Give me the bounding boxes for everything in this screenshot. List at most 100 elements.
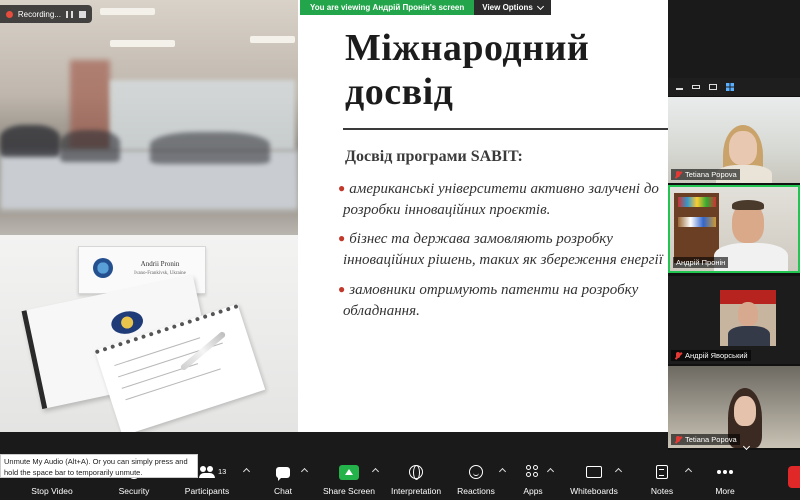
slide-bullet: ● бізнес та держава замовляють розробку і… — [338, 228, 663, 271]
seal-icon — [109, 308, 146, 337]
gallery-scroll-down[interactable] — [742, 436, 756, 451]
participant-name-label: Андрій Пронін — [673, 257, 729, 268]
security-label: Security — [118, 486, 150, 496]
video-figure — [729, 131, 757, 165]
conference-photo: Andrii Pronin Ivano-Frankivsk, Ukraine — [0, 0, 298, 432]
chat-options-caret[interactable] — [300, 467, 309, 476]
bullet-dot-icon: ● — [338, 282, 346, 296]
bullet-dot-icon: ● — [338, 181, 346, 195]
notes-options-caret[interactable] — [684, 467, 693, 476]
mic-muted-icon — [674, 351, 682, 360]
pause-icon[interactable] — [66, 10, 73, 18]
more-icon — [717, 470, 733, 474]
reactions-label: Reactions — [457, 486, 495, 496]
whiteboards-label: Whiteboards — [570, 486, 618, 496]
more-label: More — [715, 486, 735, 496]
reactions-icon — [469, 465, 483, 479]
chat-icon — [276, 466, 290, 481]
participant-tile[interactable]: Tetiana Popova — [668, 366, 800, 448]
slide-divider — [343, 128, 668, 130]
zoom-meeting-window: Andrii Pronin Ivano-Frankivsk, Ukraine М… — [0, 0, 800, 500]
share-screen-icon — [339, 464, 359, 480]
participant-name: Tetiana Popova — [685, 435, 737, 444]
whiteboard-icon — [586, 466, 602, 478]
shared-screen: Andrii Pronin Ivano-Frankivsk, Ukraine М… — [0, 0, 668, 432]
ceiling-light — [110, 40, 175, 47]
books — [678, 217, 716, 227]
participant-name-label: Tetiana Popova — [671, 434, 740, 445]
chat-button[interactable]: Chat — [268, 456, 298, 500]
ceiling-light — [250, 36, 295, 43]
share-screen-button[interactable]: Share Screen — [320, 456, 378, 500]
slide-subtitle: Досвід програми SABIT: — [345, 148, 523, 165]
whiteboards-button[interactable]: Whiteboards — [566, 456, 622, 500]
participants-label: Participants — [184, 486, 230, 496]
participant-tile[interactable]: Tetiana Popova — [668, 97, 800, 183]
bullet-text: бізнес та держава замовляють розробку — [349, 231, 613, 247]
gallery-toolbar — [668, 78, 800, 96]
bullet-text: розробки інноваційних проєктів. — [343, 202, 551, 218]
interpretation-button[interactable]: Interpretation — [385, 456, 447, 500]
bullet-text: інноваційних рішень, таких як збереження… — [343, 252, 663, 268]
nameplate-logo-icon — [93, 258, 113, 278]
bullet-text: замовники отримують патенти на розробку — [349, 282, 639, 298]
gallery-view-icon[interactable] — [726, 83, 734, 91]
more-button[interactable]: More — [710, 456, 740, 500]
participant-count: 13 — [218, 467, 227, 476]
participant-tile[interactable]: Андрій Яворський — [668, 276, 800, 364]
nameplate-name: Andrii Pronin — [140, 260, 180, 268]
participants-icon — [199, 466, 215, 478]
mic-muted-icon — [674, 435, 682, 444]
notes-label: Notes — [650, 486, 674, 496]
apps-button[interactable]: Apps — [518, 456, 548, 500]
viewing-banner: You are viewing Андрій Пронін's screen V… — [300, 0, 551, 15]
bullet-text: обладнання. — [343, 303, 420, 319]
end-meeting-button[interactable] — [788, 466, 800, 488]
books — [678, 197, 716, 207]
people-blur — [60, 130, 120, 162]
video-figure — [734, 396, 756, 426]
presentation-slide: Міжнародний досвід Досвід програми SABIT… — [298, 0, 668, 432]
people-blur — [0, 125, 60, 157]
view-options-label: View Options — [482, 3, 533, 12]
slide-title-line: Міжнародний — [345, 27, 590, 69]
participant-name: Андрій Пронін — [676, 258, 726, 267]
stop-video-label: Stop Video — [31, 486, 73, 496]
video-figure — [738, 302, 758, 326]
chevron-down-icon — [536, 2, 544, 10]
video-figure — [732, 200, 764, 210]
view-options-button[interactable]: View Options — [474, 0, 551, 15]
slide-bullet: ● замовники отримують патенти на розробку… — [338, 279, 638, 322]
slide-title: Міжнародний досвід — [345, 26, 589, 114]
participant-name: Андрій Яворський — [685, 351, 748, 360]
bullet-dot-icon: ● — [338, 231, 346, 245]
mic-muted-icon — [674, 170, 682, 179]
slide-title-line: досвід — [345, 71, 454, 113]
reactions-button[interactable]: Reactions — [456, 456, 496, 500]
globe-icon — [409, 465, 423, 480]
participant-name: Tetiana Popova — [685, 170, 737, 179]
participant-name-label: Андрій Яворський — [671, 350, 751, 361]
people-blur — [150, 132, 270, 164]
notes-button[interactable]: Notes — [646, 456, 678, 500]
apps-icon — [526, 465, 540, 479]
record-dot-icon — [6, 10, 13, 18]
notes-icon — [656, 465, 668, 479]
participant-gallery: Tetiana Popova Андрій Пронін Андрій Явор… — [668, 78, 800, 450]
viewing-message: You are viewing Андрій Пронін's screen — [300, 0, 475, 15]
participants-options-caret[interactable] — [242, 467, 251, 476]
recording-indicator: Recording... — [0, 5, 92, 23]
participant-tile[interactable]: Андрій Пронін — [668, 185, 800, 273]
reactions-options-caret[interactable] — [498, 467, 507, 476]
chat-label: Chat — [274, 486, 292, 496]
interpretation-label: Interpretation — [390, 486, 442, 496]
minimize-icon[interactable] — [676, 85, 683, 90]
hide-video-icon[interactable] — [692, 85, 700, 89]
apps-options-caret[interactable] — [546, 467, 555, 476]
share-screen-label: Share Screen — [323, 486, 375, 496]
stop-icon[interactable] — [79, 10, 86, 18]
speaker-view-icon[interactable] — [709, 84, 717, 90]
slide-bullet: ● американські університети активно залуч… — [338, 178, 659, 221]
video-figure — [728, 326, 770, 346]
apps-label: Apps — [523, 486, 543, 496]
